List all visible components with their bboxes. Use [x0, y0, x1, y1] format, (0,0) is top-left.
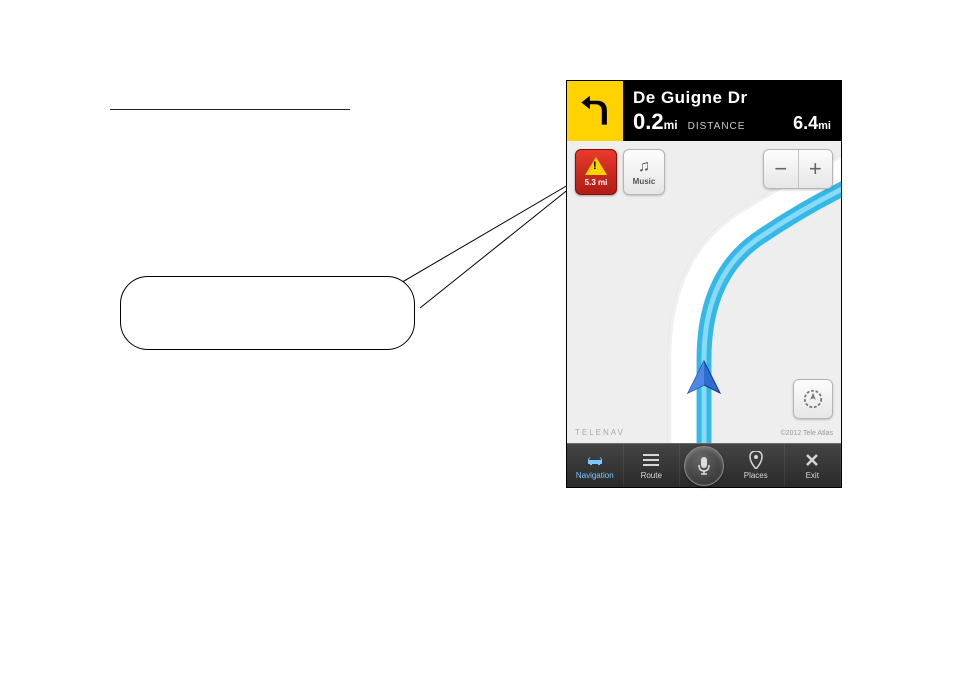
callout-bubble	[120, 276, 415, 350]
minus-icon: −	[774, 156, 787, 182]
microphone-icon	[697, 456, 711, 476]
turn-indicator[interactable]	[567, 81, 623, 141]
total-distance: 6.4mi	[793, 113, 831, 134]
tab-label: Places	[744, 471, 768, 480]
plus-icon: +	[809, 156, 822, 182]
current-position-icon	[684, 359, 724, 399]
next-distance-value: 0.2	[633, 109, 664, 134]
map-brand: TELENAV	[575, 428, 625, 437]
compass-icon	[802, 388, 824, 410]
close-icon	[805, 451, 819, 469]
traffic-alert-button[interactable]: 5.3 mi	[575, 149, 617, 195]
distance-row: 0.2mi DISTANCE 6.4mi	[633, 109, 831, 135]
total-distance-value: 6.4	[793, 113, 818, 133]
music-note-icon: ♫	[638, 159, 650, 175]
pin-icon	[749, 451, 763, 469]
content-underline	[110, 108, 350, 110]
tab-label: Navigation	[576, 471, 614, 480]
street-name: De Guigne Dr	[633, 88, 831, 108]
tab-route[interactable]: Route	[624, 444, 681, 487]
music-button[interactable]: ♫ Music	[623, 149, 665, 195]
navigation-app-screen: De Guigne Dr 0.2mi DISTANCE 6.4mi	[566, 80, 842, 488]
tab-label: Exit	[806, 471, 819, 480]
warning-icon	[585, 157, 607, 175]
compass-button[interactable]	[793, 379, 833, 419]
tab-exit[interactable]: Exit	[785, 444, 842, 487]
map-view[interactable]: 5.3 mi ♫ Music − + TELEN	[567, 141, 841, 443]
zoom-in-button[interactable]: +	[798, 150, 833, 188]
bottom-tab-bar: Navigation Route Places	[567, 443, 841, 487]
direction-header: De Guigne Dr 0.2mi DISTANCE 6.4mi	[567, 81, 841, 141]
zoom-out-button[interactable]: −	[764, 150, 798, 188]
zoom-controls: − +	[763, 149, 833, 189]
music-label: Music	[633, 177, 656, 186]
voice-button[interactable]	[680, 444, 728, 487]
map-copyright: ©2012 Tele Atlas	[780, 430, 833, 437]
turn-left-icon	[578, 94, 612, 128]
tab-places[interactable]: Places	[728, 444, 785, 487]
tab-navigation[interactable]: Navigation	[567, 444, 624, 487]
direction-info: De Guigne Dr 0.2mi DISTANCE 6.4mi	[623, 81, 841, 141]
car-icon	[585, 451, 605, 469]
tab-label: Route	[641, 471, 662, 480]
next-turn-distance: 0.2mi	[633, 109, 678, 135]
distance-label: DISTANCE	[688, 121, 746, 132]
menu-icon	[643, 451, 659, 469]
traffic-distance: 5.3 mi	[585, 178, 608, 187]
total-distance-unit: mi	[818, 120, 831, 132]
next-distance-unit: mi	[664, 118, 678, 132]
